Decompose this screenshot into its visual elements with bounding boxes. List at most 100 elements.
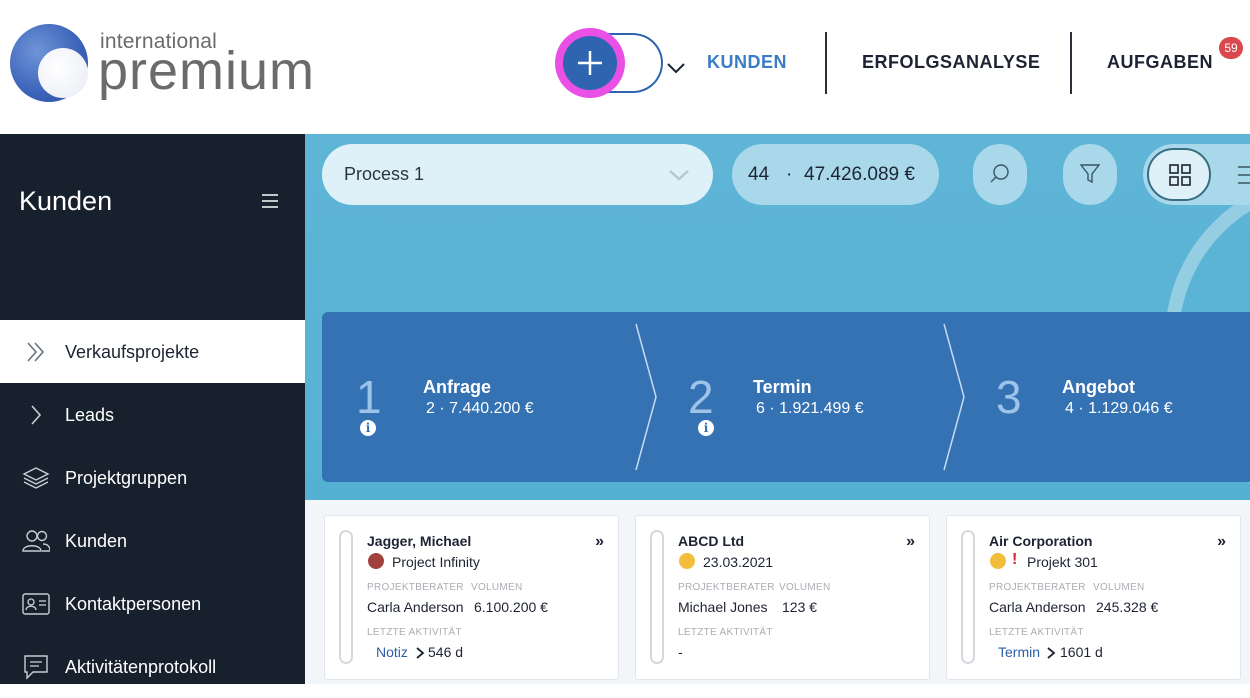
project-count: 44 [748, 164, 770, 185]
open-card-icon[interactable]: » [1217, 533, 1226, 551]
sidebar-item-leads[interactable]: Leads [0, 383, 305, 446]
sidebar-item-label: Leads [65, 405, 115, 425]
plus-icon [578, 51, 602, 75]
stage-stats: 2 · 7.440.200 € [426, 400, 534, 417]
users-icon [22, 530, 50, 552]
nav-erfolgsanalyse[interactable]: ERFOLGSANALYSE [862, 52, 1040, 73]
search-button[interactable] [973, 144, 1027, 205]
search-icon [990, 164, 1009, 183]
view-toggle [1143, 144, 1250, 205]
create-new-control [555, 28, 685, 98]
last-activity-link[interactable]: Termin [998, 644, 1040, 660]
card-customer-name: ABCD Ltd [678, 533, 745, 549]
chevron-down-icon [669, 170, 689, 181]
info-icon[interactable]: i [360, 420, 376, 436]
sidebar-item-kunden[interactable]: Kunden [0, 509, 305, 572]
double-chevron-right-icon [27, 342, 45, 362]
stage-divider-arrow [635, 323, 657, 471]
sidebar-item-label: Kontaktpersonen [65, 594, 202, 614]
chevron-right-icon [1047, 647, 1056, 659]
volume-label: VOLUMEN [1093, 582, 1145, 593]
process-select-value: Process 1 [344, 164, 425, 184]
project-summary: 44 · 47.426.089 € [732, 144, 939, 205]
advisor-value: Michael Jones [678, 599, 768, 615]
stage-divider-arrow [943, 323, 965, 471]
stage-number: 3 [996, 371, 1022, 423]
separator-dot: · [786, 164, 793, 185]
info-icon[interactable]: i [698, 420, 714, 436]
filter-icon [1079, 164, 1101, 184]
advisor-label: PROJEKTBERATER [678, 582, 775, 593]
grid-icon [1169, 164, 1191, 186]
nav-aufgaben[interactable]: AUFGABEN [1107, 52, 1213, 73]
nav-divider [825, 32, 827, 94]
card-project-name: Projekt 301 [1027, 554, 1098, 570]
open-card-icon[interactable]: » [906, 533, 915, 551]
open-card-icon[interactable]: » [595, 533, 604, 551]
card-customer-name: Air Corporation [989, 533, 1093, 549]
stage-name: Angebot [1062, 377, 1135, 397]
project-card[interactable]: Air Corporation » ! Projekt 301 PROJEKTB… [946, 515, 1241, 680]
last-activity-days: 546 d [428, 644, 464, 660]
project-card[interactable]: ABCD Ltd » 23.03.2021 PROJEKTBERATER VOL… [635, 515, 930, 680]
advisor-value: Carla Anderson [367, 599, 464, 615]
stage-number: 1 [356, 371, 382, 423]
drag-handle[interactable] [339, 530, 353, 664]
chevron-right-icon [31, 405, 42, 425]
card-customer-name: Jagger, Michael [367, 533, 472, 549]
sidebar: Kunden Verkaufsprojekte Leads Projektgru… [0, 134, 305, 684]
chat-log-icon [24, 655, 48, 680]
sidebar-item-aktivitaetenprotokoll[interactable]: Aktivitätenprotokoll [0, 635, 305, 698]
logo[interactable]: international premium [10, 22, 320, 106]
last-activity-label: LETZTE AKTIVITÄT [678, 627, 773, 638]
card-project-name: Project Infinity [392, 554, 480, 570]
main-content: Process 1 44 · 47.426.089 € 1 i Anfrage … [305, 134, 1250, 684]
priority-flag-icon: ! [1012, 551, 1018, 568]
volume-value: 245.328 € [1096, 599, 1159, 615]
grid-view-button[interactable] [1147, 148, 1211, 201]
drag-handle[interactable] [650, 530, 664, 664]
contact-card-icon [22, 593, 50, 615]
sidebar-title: Kunden [19, 186, 113, 216]
chevron-right-icon [416, 647, 425, 659]
volume-value: 6.100.200 € [474, 599, 548, 615]
stage-name: Anfrage [423, 377, 492, 397]
sidebar-item-label: Projektgruppen [65, 468, 188, 488]
sidebar-item-verkaufsprojekte[interactable]: Verkaufsprojekte [0, 320, 305, 383]
list-view-icon[interactable] [1236, 164, 1250, 186]
project-card[interactable]: Jagger, Michael » Project Infinity PROJE… [324, 515, 619, 680]
sidebar-item-kontaktpersonen[interactable]: Kontaktpersonen [0, 572, 305, 635]
sidebar-item-label: Kunden [65, 531, 128, 551]
chevron-down-icon [667, 63, 685, 74]
project-cards-row: Jagger, Michael » Project Infinity PROJE… [305, 500, 1250, 684]
volume-label: VOLUMEN [471, 582, 523, 593]
nav-divider [1070, 32, 1072, 94]
card-project-date: 23.03.2021 [703, 554, 774, 570]
pipeline-stages: 1 i Anfrage 2 · 7.440.200 € 2 i Termin 6… [322, 312, 1250, 482]
process-select[interactable]: Process 1 [322, 144, 713, 205]
last-activity-label: LETZTE AKTIVITÄT [989, 627, 1084, 638]
last-activity-label: LETZTE AKTIVITÄT [367, 627, 462, 638]
drag-handle[interactable] [961, 530, 975, 664]
add-button[interactable] [563, 36, 617, 90]
nav-kunden[interactable]: KUNDEN [707, 52, 787, 73]
status-dot [368, 553, 384, 569]
advisor-label: PROJEKTBERATER [989, 582, 1086, 593]
sidebar-item-projektgruppen[interactable]: Projektgruppen [0, 446, 305, 509]
hamburger-menu-icon[interactable] [262, 194, 278, 208]
logo-mark-inner [38, 48, 88, 98]
top-header: international premium KUNDEN ERFOLGSANAL… [0, 0, 1250, 134]
status-dot [990, 553, 1006, 569]
tasks-count-badge: 59 [1219, 37, 1243, 59]
volume-label: VOLUMEN [779, 582, 831, 593]
advisor-label: PROJEKTBERATER [367, 582, 464, 593]
volume-value: 123 € [782, 599, 818, 615]
advisor-value: Carla Anderson [989, 599, 1086, 615]
last-activity-empty: - [678, 644, 683, 660]
layers-icon [22, 467, 50, 489]
logo-text-big: premium [98, 41, 316, 101]
last-activity-link[interactable]: Notiz [376, 644, 408, 660]
filter-button[interactable] [1063, 144, 1117, 205]
stage-name: Termin [753, 377, 812, 397]
project-total-volume: 47.426.089 € [804, 164, 915, 185]
